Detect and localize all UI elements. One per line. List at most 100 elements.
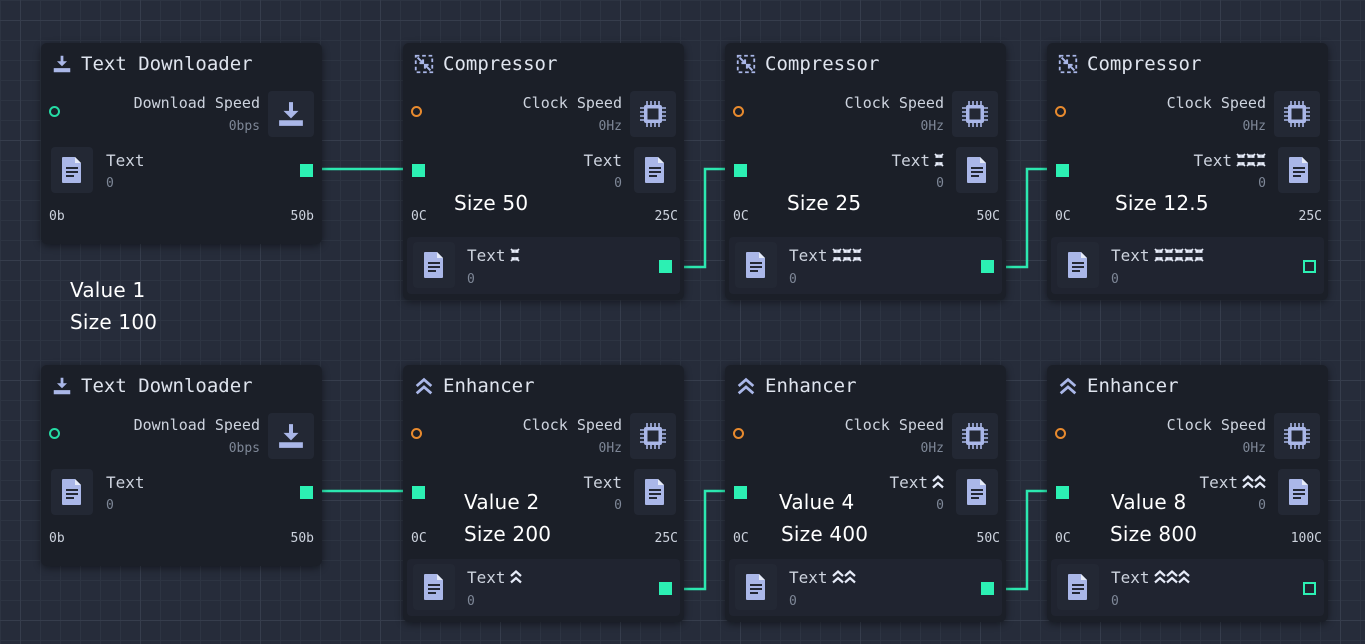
- output-text-label-text: Text: [1111, 568, 1150, 587]
- annotation-size-400: Size 400: [781, 522, 869, 546]
- compressor-node[interactable]: Compressor Clock Speed 0Hz Text 0 0C 25C Text 0: [1047, 43, 1328, 300]
- compress-level-indicator: [1236, 152, 1266, 171]
- node-title: Enhancer: [1057, 373, 1179, 399]
- document-icon: [735, 242, 777, 288]
- range-max-value: 50C: [976, 209, 1000, 224]
- download-icon: [51, 375, 73, 397]
- chevrons-up-icon: [1057, 375, 1079, 397]
- chevrons-up-icon: [413, 375, 435, 397]
- annotation-value-4: Value 4: [779, 490, 855, 514]
- power-input-port[interactable]: [1055, 428, 1066, 439]
- node-title: Text Downloader: [51, 51, 253, 77]
- input-text-label-text: Text: [583, 151, 622, 170]
- clock-speed-value: 0Hz: [1242, 441, 1266, 456]
- range-max-value: 50b: [290, 209, 314, 224]
- compress-level-indicator: [831, 247, 862, 266]
- enhancer-node[interactable]: Enhancer Clock Speed 0Hz Text 0 0C 50C Text 0: [725, 365, 1006, 622]
- compress-level-indicator: [509, 247, 520, 266]
- input-port[interactable]: [49, 428, 60, 439]
- output-text-value: 0: [789, 272, 797, 287]
- text-input-port[interactable]: [412, 486, 425, 499]
- input-text-label-text: Text: [1199, 473, 1238, 492]
- node-title-label: Compressor: [443, 53, 558, 75]
- text-downloader-node[interactable]: Text Downloader Download Speed 0bps Text 0 0b…: [41, 365, 322, 566]
- input-text-label: Text: [583, 473, 622, 492]
- text-output-port[interactable]: [981, 582, 994, 595]
- document-icon: [634, 469, 676, 515]
- range-max-value: 50C: [976, 531, 1000, 546]
- node-title-label: Compressor: [1087, 53, 1202, 75]
- enhance-level-indicator: [509, 569, 522, 588]
- input-text-label-text: Text: [1193, 151, 1232, 170]
- output-text-value: 0: [467, 272, 475, 287]
- clock-speed-value: 0Hz: [1242, 119, 1266, 134]
- output-section: Text 0: [407, 237, 680, 294]
- text-output-port[interactable]: [981, 260, 994, 273]
- range-min-value: 0C: [1055, 531, 1071, 546]
- document-icon: [1278, 469, 1320, 515]
- compress-icon: [1057, 53, 1079, 75]
- output-port[interactable]: [300, 164, 313, 177]
- range-min-value: 0C: [733, 209, 749, 224]
- node-title-label: Text Downloader: [81, 53, 253, 75]
- text-input-port[interactable]: [1056, 486, 1069, 499]
- annotation-size-100: Size 100: [70, 310, 158, 334]
- power-input-port[interactable]: [733, 106, 744, 117]
- document-icon: [634, 147, 676, 193]
- node-title-label: Compressor: [765, 53, 880, 75]
- compress-level-indicator: [934, 152, 944, 171]
- text-label: Text: [106, 151, 145, 170]
- text-output-port[interactable]: [659, 260, 672, 273]
- text-downloader-node[interactable]: Text Downloader Download Speed 0bps Text 0 0b…: [41, 43, 322, 244]
- output-text-label-text: Text: [1111, 246, 1150, 265]
- text-input-port[interactable]: [734, 486, 747, 499]
- range-max-value: 25C: [1298, 209, 1322, 224]
- document-icon: [413, 242, 455, 288]
- clock-speed-value: 0Hz: [598, 441, 622, 456]
- range-min-value: 0b: [49, 531, 65, 546]
- enhancer-node[interactable]: Enhancer Clock Speed 0Hz Text 0 0C 25C Text 0: [403, 365, 684, 622]
- text-output-port[interactable]: [1303, 582, 1316, 595]
- node-title: Compressor: [1057, 51, 1201, 77]
- output-section: Text 0: [1051, 237, 1324, 294]
- input-text-label-text: Text: [583, 473, 622, 492]
- download-speed-label: Download Speed: [133, 94, 260, 112]
- document-icon: [1057, 242, 1099, 288]
- document-icon: [51, 147, 93, 193]
- power-input-port[interactable]: [411, 428, 422, 439]
- power-input-port[interactable]: [1055, 106, 1066, 117]
- compressor-node[interactable]: Compressor Clock Speed 0Hz Text 0 0C 50C Text 0: [725, 43, 1006, 300]
- text-input-port[interactable]: [1056, 164, 1069, 177]
- enhancer-node[interactable]: Enhancer Clock Speed 0Hz Text 0 0C 100C Text 0: [1047, 365, 1328, 622]
- text-value: 0: [106, 176, 114, 191]
- document-icon: [1278, 147, 1320, 193]
- power-input-port[interactable]: [411, 106, 422, 117]
- input-port[interactable]: [49, 106, 60, 117]
- text-label: Text: [106, 473, 145, 492]
- range-max-value: 25C: [654, 531, 678, 546]
- range-min-value: 0C: [733, 531, 749, 546]
- chip-icon: [630, 91, 676, 137]
- text-output-port[interactable]: [659, 582, 672, 595]
- chevrons-up-icon: [735, 375, 757, 397]
- download-speed-value: 0bps: [228, 441, 260, 456]
- output-port[interactable]: [300, 486, 313, 499]
- download-icon: [51, 53, 73, 75]
- text-input-port[interactable]: [734, 164, 747, 177]
- input-text-label: Text: [583, 151, 622, 170]
- range-max-value: 25C: [654, 209, 678, 224]
- power-input-port[interactable]: [733, 428, 744, 439]
- annotation-value-1: Value 1: [70, 278, 146, 302]
- output-section: Text 0: [1051, 559, 1324, 616]
- output-text-label-text: Text: [467, 246, 506, 265]
- output-text-label: Text: [1111, 568, 1190, 588]
- text-input-port[interactable]: [412, 164, 425, 177]
- node-title-label: Enhancer: [1087, 375, 1179, 397]
- compressor-node[interactable]: Compressor Clock Speed 0Hz Text 0 0C 25C Text 0: [403, 43, 684, 300]
- chip-icon: [1274, 413, 1320, 459]
- download-icon: [268, 413, 314, 459]
- text-output-port[interactable]: [1303, 260, 1316, 273]
- output-text-value: 0: [1111, 272, 1119, 287]
- node-title-label: Enhancer: [443, 375, 535, 397]
- output-text-label: Text: [789, 568, 856, 588]
